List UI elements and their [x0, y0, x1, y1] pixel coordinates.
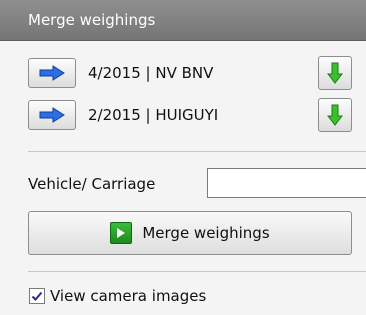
play-icon	[110, 222, 133, 244]
merge-weighings-button[interactable]: Merge weighings	[28, 211, 352, 255]
vehicle-carriage-input[interactable]	[207, 168, 366, 198]
merge-weighings-label: Merge weighings	[142, 224, 270, 242]
arrow-down-icon	[327, 62, 343, 84]
checkmark-icon	[31, 291, 43, 301]
arrow-right-icon	[39, 107, 65, 123]
panel-header: Merge weighings	[0, 0, 366, 41]
arrow-right-icon	[39, 65, 65, 81]
select-weighing-button[interactable]	[28, 58, 76, 88]
weighing-row: 4/2015 | NV BNV	[0, 56, 366, 92]
weighing-label: 2/2015 | HUIGUYI	[88, 106, 219, 124]
move-down-button[interactable]	[318, 98, 352, 132]
divider	[28, 271, 366, 272]
divider	[28, 151, 366, 152]
view-camera-images-checkbox[interactable]	[29, 288, 45, 304]
panel-title: Merge weighings	[28, 11, 156, 29]
move-down-button[interactable]	[318, 56, 352, 90]
weighing-row: 2/2015 | HUIGUYI	[0, 98, 366, 134]
view-camera-images-label: View camera images	[50, 287, 207, 305]
merge-weighings-panel: Merge weighings 4/2015 | NV BNV 2/2015 |…	[0, 0, 366, 315]
arrow-down-icon	[327, 104, 343, 126]
select-weighing-button[interactable]	[28, 100, 76, 130]
weighing-label: 4/2015 | NV BNV	[88, 64, 214, 82]
vehicle-carriage-label: Vehicle/ Carriage	[28, 175, 156, 193]
